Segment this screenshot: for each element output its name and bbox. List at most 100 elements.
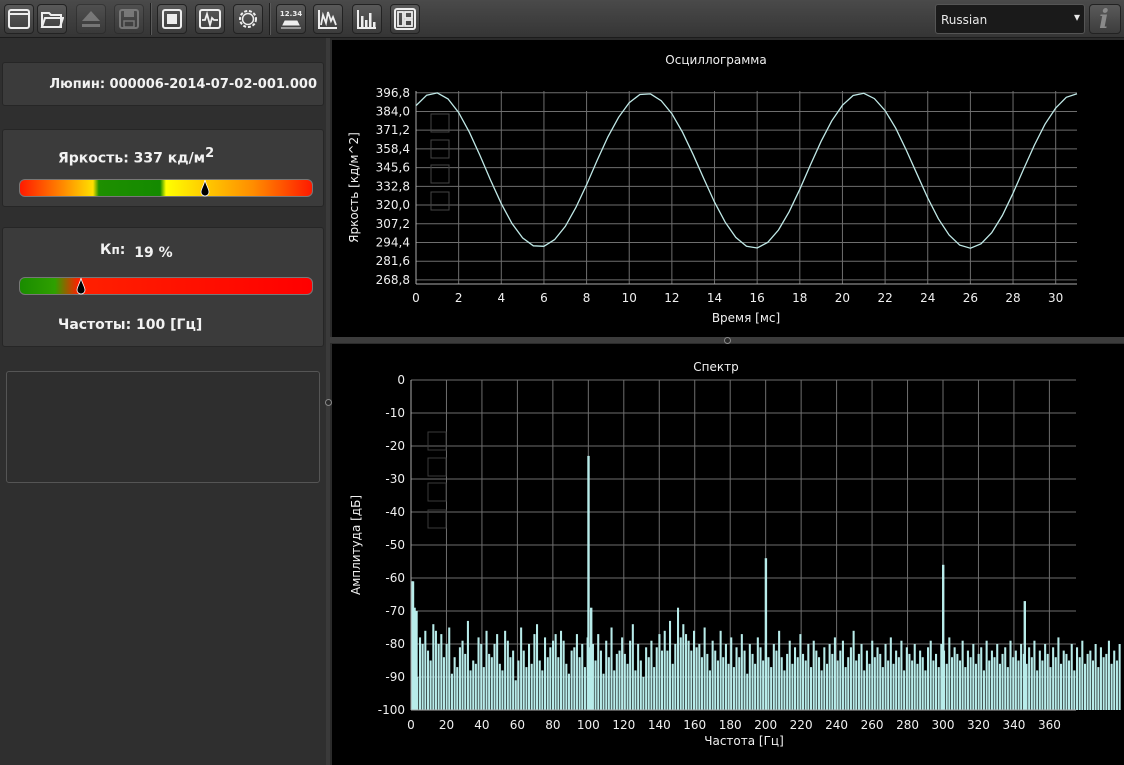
spectrum-button[interactable] <box>352 4 382 34</box>
spectrum-bar <box>841 640 844 710</box>
y-tick-label: 358,4 <box>376 142 410 156</box>
x-tick-label: 20 <box>439 718 454 732</box>
spectrum-bar <box>937 667 940 710</box>
spectrum-bar <box>708 670 711 710</box>
spectrum-bar <box>663 630 666 710</box>
oscillogram-button[interactable] <box>313 4 343 34</box>
layout-button[interactable] <box>390 4 420 34</box>
kp-label-sub: п <box>111 243 120 257</box>
x-tick-label: 220 <box>790 718 813 732</box>
spectrum-bar <box>746 673 749 710</box>
spectrum-bar <box>724 644 727 710</box>
left-panel: Люпин: 000006-2014-07-02-001.000 Яркость… <box>0 38 327 765</box>
spectrum-bar <box>996 644 999 710</box>
spectrum-bar <box>982 670 985 710</box>
spectrum-bar <box>879 653 882 710</box>
spectrum-bar <box>1054 657 1057 710</box>
stop-button[interactable] <box>157 4 187 34</box>
spectrum-bar <box>562 640 565 710</box>
spectrum-bar <box>794 647 797 710</box>
spectrum-bar <box>450 673 453 710</box>
splitter-handle-icon[interactable] <box>724 337 731 344</box>
open-file-button[interactable] <box>37 4 67 34</box>
y-tick-label: -90 <box>385 670 405 684</box>
spectrum-peak-bar <box>415 611 418 710</box>
x-tick-label: 6 <box>540 291 548 305</box>
language-select[interactable]: Russian ▾ <box>935 4 1085 34</box>
spectrum-bar <box>849 647 852 710</box>
frequency-label: Частоты: 100 [Гц] <box>58 317 203 333</box>
spectrum-bar <box>419 637 422 710</box>
brightness-label: Яркость: 337 кд/м2 <box>58 146 214 167</box>
spectrum-bar <box>517 660 520 710</box>
new-window-button[interactable] <box>4 4 34 34</box>
spectrum-bar <box>1076 647 1079 710</box>
spectrum-bar <box>818 657 821 710</box>
x-tick-label: 24 <box>920 291 935 305</box>
x-tick-label: 22 <box>877 291 892 305</box>
spectrum-bar <box>924 670 927 710</box>
brightness-text: Яркость: 337 кд/м <box>58 150 206 167</box>
spectrum-bar <box>1014 650 1017 710</box>
spectrum-bar <box>1006 667 1009 710</box>
spectrum-bar <box>828 644 831 710</box>
spectrum-bar <box>685 634 688 710</box>
gear-icon <box>239 10 257 28</box>
spectrum-bar <box>581 644 584 710</box>
x-tick-label: 28 <box>1005 291 1020 305</box>
spectrum-bar <box>637 644 640 710</box>
pan-icon <box>430 191 450 211</box>
spectrum-bar <box>679 637 682 710</box>
spectrum-bar <box>1113 650 1116 710</box>
counter-button[interactable]: 12.34 <box>276 4 306 34</box>
spectrum-bar <box>490 657 493 710</box>
zoom-reset-icon <box>430 113 450 133</box>
spectrum-bar <box>421 644 424 710</box>
spectrum-bar <box>1094 644 1097 710</box>
spectrum-bar <box>466 620 469 710</box>
spectrum-bar <box>1009 640 1012 710</box>
spectrum-bar <box>541 670 544 710</box>
spectrum-bar <box>445 644 448 710</box>
settings-button[interactable] <box>233 4 263 34</box>
spectrum-bar <box>919 650 922 710</box>
spectrum-bar <box>498 663 501 710</box>
spectrum-bar <box>897 657 900 710</box>
spectrum-bar <box>615 653 618 710</box>
splitter-handle-icon[interactable] <box>325 399 332 406</box>
spectrum-bar <box>1057 637 1060 710</box>
spectrum-bar <box>812 640 815 710</box>
signal-button[interactable] <box>195 4 225 34</box>
eject-icon <box>82 11 100 27</box>
spectrum-bar <box>772 644 775 710</box>
toolbar: 12.34 Russian ▾ i <box>0 0 1124 38</box>
kp-label-colon: : <box>119 242 126 258</box>
x-tick-label: 340 <box>1002 718 1025 732</box>
spectrum-bar <box>642 677 645 710</box>
spectrum-bar <box>778 630 781 710</box>
spectrum-bar <box>514 680 517 710</box>
y-tick-label: -10 <box>385 406 405 420</box>
spectrum-bar <box>557 657 560 710</box>
info-button[interactable]: i <box>1089 4 1121 35</box>
spectrum-bar <box>448 627 451 710</box>
spectrum-bar <box>437 644 440 710</box>
spectrum-bar <box>1041 660 1044 710</box>
spectrum-bar <box>565 663 568 710</box>
spectrum-bar <box>823 647 826 710</box>
y-tick-label: 371,2 <box>376 123 410 137</box>
y-tick-label: 396,8 <box>376 86 410 100</box>
eject-button[interactable] <box>76 4 106 34</box>
spectrum-bar <box>631 624 634 710</box>
spectrum-bar <box>1030 657 1033 710</box>
spectrum-bar <box>900 640 903 710</box>
spectrum-bar <box>1089 650 1092 710</box>
kp-card: Кп: 19 % Частоты: 100 [Гц] <box>2 227 324 347</box>
spectrum-bar <box>621 637 624 710</box>
spectrum-bar <box>770 667 773 710</box>
y-tick-label: -60 <box>385 571 405 585</box>
spectrum-bar <box>605 640 608 710</box>
spectrum-bar <box>504 630 507 710</box>
save-button[interactable] <box>114 4 144 34</box>
oscillogram-panel: 0 2 4 6 8 10 12 14 16 18 20 22 24 26 28 30 268,8 281,6 294… <box>332 40 1124 337</box>
